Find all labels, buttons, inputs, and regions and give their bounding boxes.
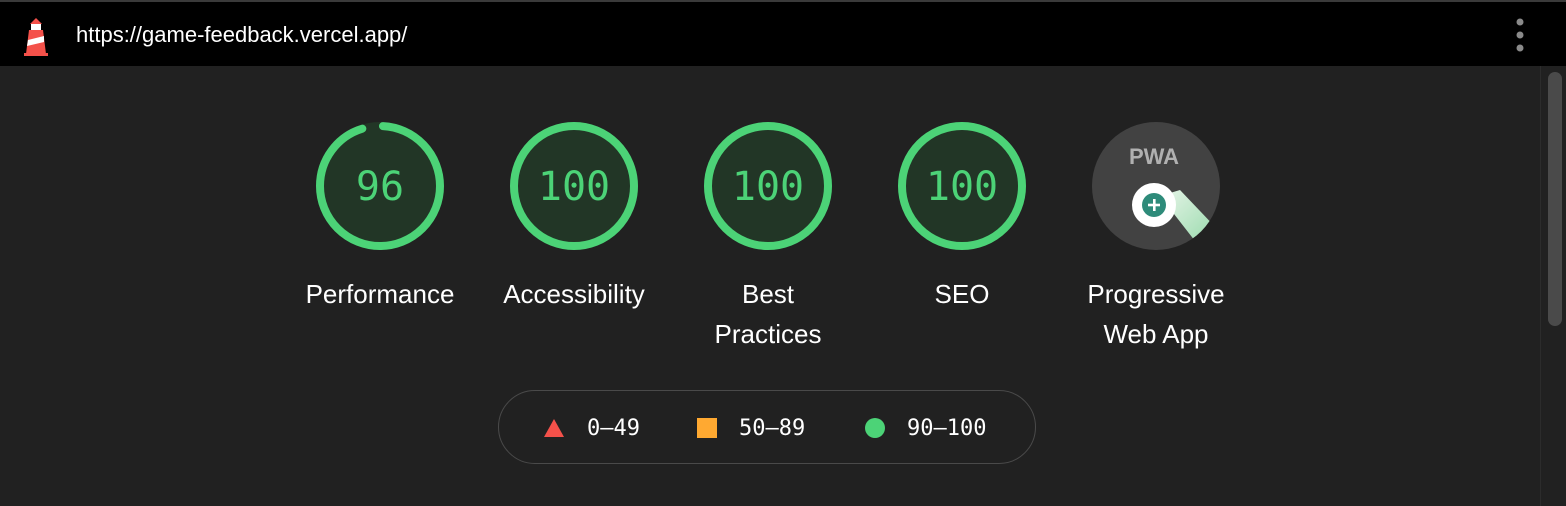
gauge-score: 100 — [538, 164, 610, 210]
gauge-label: Best Practices — [714, 279, 822, 349]
gauge-score: 100 — [732, 164, 804, 210]
circle-icon — [865, 418, 885, 438]
gauge-label: Performance — [305, 279, 455, 309]
pwa-badge-icon: PWA — [1092, 122, 1220, 250]
gauge-ring: 100 — [510, 122, 638, 250]
legend-item-fail: 0–49 — [543, 415, 640, 441]
gauge-pwa[interactable]: PWA Progressive Web App — [1066, 120, 1246, 354]
gauge-label: Progressive Web App — [1087, 279, 1225, 349]
lighthouse-icon — [24, 18, 48, 56]
legend-item-pass: 90–100 — [865, 415, 986, 441]
gauge-score: 100 — [926, 164, 998, 210]
pwa-badge-text: PWA — [1129, 144, 1179, 169]
gauge-accessibility[interactable]: 100 Accessibility — [484, 120, 664, 314]
scrollbar-thumb[interactable] — [1548, 72, 1562, 326]
scrollbar[interactable] — [1540, 66, 1566, 506]
triangle-icon — [544, 419, 564, 437]
gauge-seo[interactable]: 100 SEO — [872, 120, 1052, 314]
legend-item-average: 50–89 — [697, 415, 805, 441]
legend-label: 50–89 — [739, 415, 806, 441]
gauge-score: 96 — [356, 164, 404, 210]
page-url[interactable]: https://game-feedback.vercel.app/ — [76, 21, 407, 49]
gauge-performance[interactable]: 96 Performance — [290, 120, 470, 314]
gauge-ring: 100 — [898, 122, 1026, 250]
gauge-best-practices[interactable]: 100 Best Practices — [678, 120, 858, 354]
legend-label: 90–100 — [907, 415, 987, 441]
gauge-ring: 100 — [704, 122, 832, 250]
square-icon — [697, 418, 717, 438]
gauge-label: Accessibility — [503, 279, 645, 309]
gauge-ring: 96 — [316, 122, 444, 250]
vertical-dots-icon[interactable] — [1508, 16, 1532, 56]
gauge-label: SEO — [934, 279, 990, 309]
score-legend: 0–49 50–89 90–100 — [498, 390, 1036, 464]
topbar: https://game-feedback.vercel.app/ — [0, 0, 1566, 66]
score-gauges: 96 Performance 100 Accessibility 100 Bes… — [0, 120, 1540, 360]
legend-label: 0–49 — [587, 415, 640, 441]
